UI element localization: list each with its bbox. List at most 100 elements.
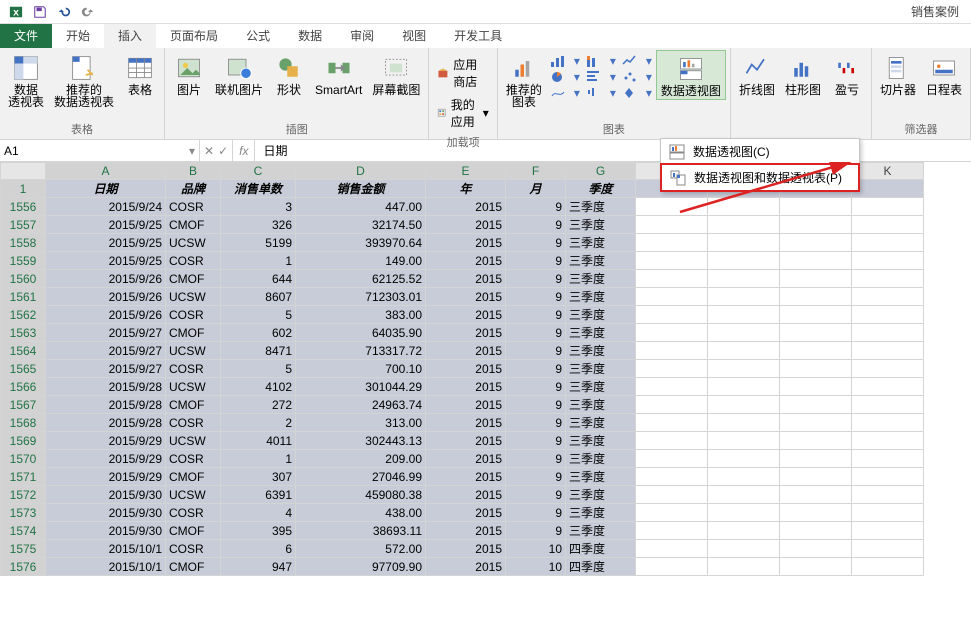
cell[interactable]: 9: [506, 414, 566, 432]
cell[interactable]: [780, 324, 852, 342]
cell[interactable]: 2015: [426, 432, 506, 450]
tab-view[interactable]: 视图: [388, 24, 440, 48]
cell[interactable]: UCSW: [166, 432, 221, 450]
cell[interactable]: 2015/9/30: [46, 522, 166, 540]
cell[interactable]: [636, 432, 708, 450]
cell[interactable]: 2015: [426, 468, 506, 486]
cell[interactable]: 5199: [221, 234, 296, 252]
row-header-1568[interactable]: 1568: [1, 414, 46, 432]
cell[interactable]: [636, 504, 708, 522]
cell[interactable]: [708, 450, 780, 468]
col-header-B[interactable]: B: [166, 163, 221, 180]
cell[interactable]: COSR: [166, 360, 221, 378]
accept-formula-icon[interactable]: ✓: [218, 144, 228, 158]
cell[interactable]: 307: [221, 468, 296, 486]
cell[interactable]: [636, 468, 708, 486]
col-header-A[interactable]: A: [46, 163, 166, 180]
cell[interactable]: [708, 324, 780, 342]
cell[interactable]: 1: [221, 252, 296, 270]
cell[interactable]: 64035.90: [296, 324, 426, 342]
cell[interactable]: 2015/9/27: [46, 324, 166, 342]
cell[interactable]: 2015: [426, 324, 506, 342]
cell[interactable]: [780, 270, 852, 288]
cell[interactable]: 2015: [426, 342, 506, 360]
cell[interactable]: 1: [221, 450, 296, 468]
cell[interactable]: [636, 378, 708, 396]
row-header-1556[interactable]: 1556: [1, 198, 46, 216]
row-header-1558[interactable]: 1558: [1, 234, 46, 252]
cell[interactable]: 2015/9/28: [46, 378, 166, 396]
save-icon[interactable]: [32, 4, 48, 20]
cell[interactable]: 2015: [426, 360, 506, 378]
cell[interactable]: [852, 468, 924, 486]
cell[interactable]: [636, 396, 708, 414]
cell[interactable]: 2015: [426, 486, 506, 504]
row-header-1560[interactable]: 1560: [1, 270, 46, 288]
cell[interactable]: [852, 378, 924, 396]
cell[interactable]: 2015/9/29: [46, 450, 166, 468]
cell[interactable]: 2015/9/30: [46, 504, 166, 522]
row-header-1575[interactable]: 1575: [1, 540, 46, 558]
tab-home[interactable]: 开始: [52, 24, 104, 48]
cell[interactable]: 三季度: [566, 414, 636, 432]
cell[interactable]: [780, 360, 852, 378]
header-cell[interactable]: 年: [426, 180, 506, 198]
cell[interactable]: 4011: [221, 432, 296, 450]
timeline-button[interactable]: 日程表: [922, 50, 966, 98]
spreadsheet-grid[interactable]: ABCDEFGHIJK1日期品牌消售单数销售金额年月季度15562015/9/2…: [0, 162, 971, 632]
cell[interactable]: 2015: [426, 414, 506, 432]
cell[interactable]: 三季度: [566, 432, 636, 450]
cell[interactable]: 947: [221, 558, 296, 576]
tab-review[interactable]: 审阅: [336, 24, 388, 48]
cell[interactable]: 三季度: [566, 504, 636, 522]
cell[interactable]: [852, 396, 924, 414]
row-header-1561[interactable]: 1561: [1, 288, 46, 306]
cell[interactable]: 2: [221, 414, 296, 432]
cell[interactable]: [780, 252, 852, 270]
cell[interactable]: [780, 540, 852, 558]
cell[interactable]: [708, 558, 780, 576]
row-header-1573[interactable]: 1573: [1, 504, 46, 522]
header-cell[interactable]: 日期: [46, 180, 166, 198]
cell[interactable]: [852, 558, 924, 576]
cell[interactable]: [636, 234, 708, 252]
row-header-1572[interactable]: 1572: [1, 486, 46, 504]
col-header-F[interactable]: F: [506, 163, 566, 180]
table-button[interactable]: 表格: [120, 50, 160, 98]
col-header-G[interactable]: G: [566, 163, 636, 180]
cell[interactable]: 2015/9/29: [46, 432, 166, 450]
cell[interactable]: [780, 288, 852, 306]
cell[interactable]: 2015: [426, 306, 506, 324]
cell[interactable]: 2015: [426, 558, 506, 576]
cell[interactable]: 2015/9/28: [46, 396, 166, 414]
cell[interactable]: COSR: [166, 198, 221, 216]
cell[interactable]: 602: [221, 324, 296, 342]
col-header-E[interactable]: E: [426, 163, 506, 180]
cell[interactable]: [636, 414, 708, 432]
cell[interactable]: 2015/9/28: [46, 414, 166, 432]
undo-icon[interactable]: [56, 4, 72, 20]
row-header-1567[interactable]: 1567: [1, 396, 46, 414]
cell[interactable]: 2015/9/30: [46, 486, 166, 504]
cell[interactable]: 三季度: [566, 450, 636, 468]
row-header-1570[interactable]: 1570: [1, 450, 46, 468]
shapes-button[interactable]: 形状: [269, 50, 309, 98]
cell[interactable]: 2015/9/27: [46, 342, 166, 360]
cell[interactable]: 5: [221, 360, 296, 378]
cell[interactable]: [852, 252, 924, 270]
cell[interactable]: [780, 342, 852, 360]
cell[interactable]: 10: [506, 540, 566, 558]
row-header-1576[interactable]: 1576: [1, 558, 46, 576]
chart-type-row1[interactable]: ▾ ▾ ▾: [550, 54, 652, 68]
cell[interactable]: [780, 378, 852, 396]
cell[interactable]: 700.10: [296, 360, 426, 378]
cell[interactable]: 三季度: [566, 198, 636, 216]
cell[interactable]: [708, 270, 780, 288]
cell[interactable]: 3: [221, 198, 296, 216]
cell[interactable]: 三季度: [566, 342, 636, 360]
cell[interactable]: COSR: [166, 306, 221, 324]
cell[interactable]: 644: [221, 270, 296, 288]
sparkline-winloss-button[interactable]: 盈亏: [827, 50, 867, 98]
cell[interactable]: 三季度: [566, 486, 636, 504]
cell[interactable]: 三季度: [566, 216, 636, 234]
